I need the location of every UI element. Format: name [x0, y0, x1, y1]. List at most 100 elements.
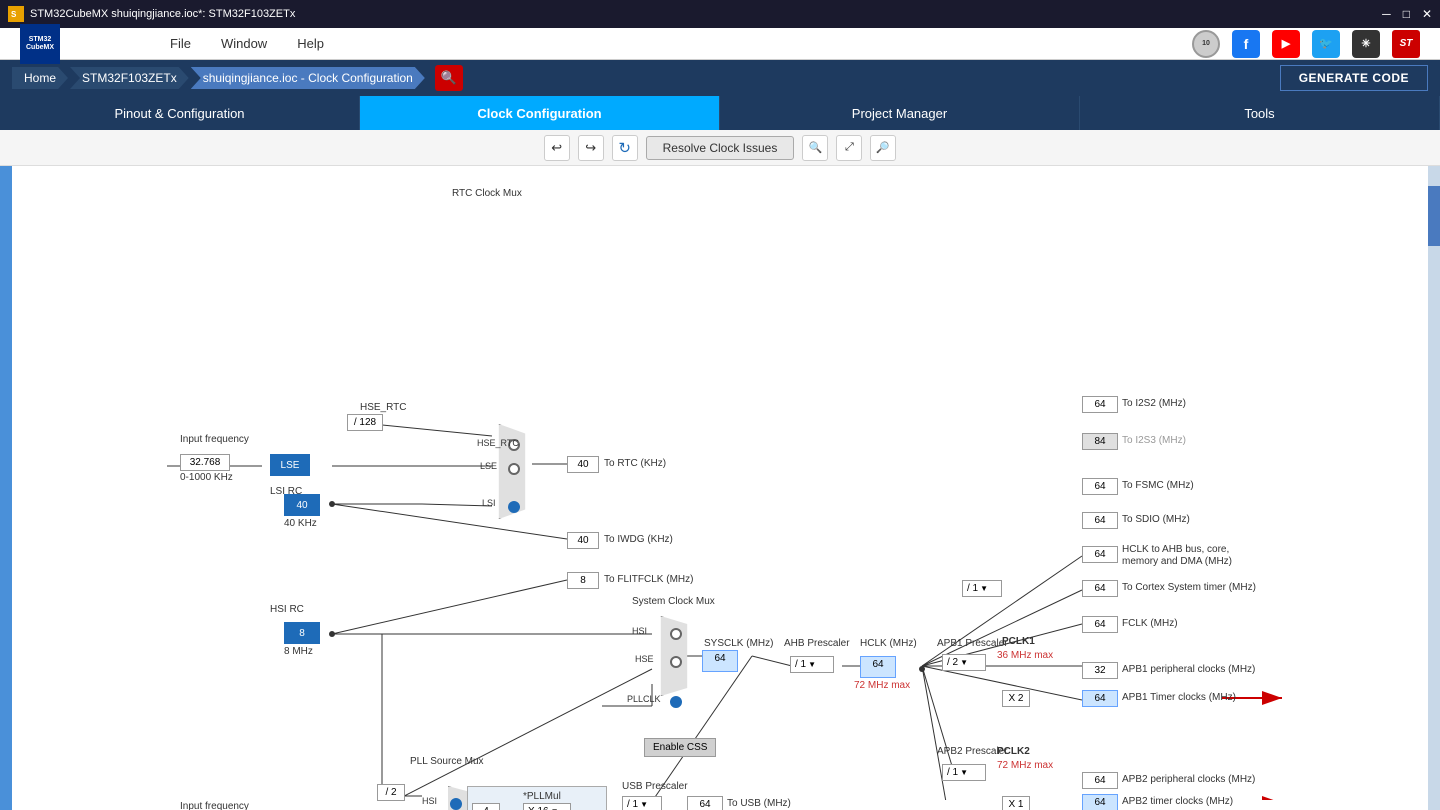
pll-mul-select[interactable]: X 16 ▼ [523, 803, 571, 810]
menubar: STM32CubeMX File Window Help 10 f ▶ 🐦 ✳ … [0, 28, 1440, 60]
fsmc-value[interactable]: 64 [1082, 478, 1118, 495]
rtc-mux-lse-label: LSE [480, 461, 497, 471]
apb1-div-select[interactable]: / 2 ▼ [942, 654, 986, 671]
hclk-label: HCLK (MHz) [860, 638, 917, 649]
pclk1-label: PCLK1 [1002, 636, 1035, 647]
diagram-lines [22, 176, 1418, 800]
app-logo: STM32CubeMX [20, 24, 60, 64]
version-badge: 10 [1192, 30, 1220, 58]
fsmc-label: To FSMC (MHz) [1122, 480, 1194, 491]
maximize-button[interactable]: □ [1403, 7, 1410, 21]
x2-apb1[interactable]: X 2 [1002, 690, 1030, 707]
pll-source-hsi[interactable] [450, 798, 462, 810]
sysclk-value[interactable]: 64 [702, 650, 738, 672]
main-content: RTC Clock Mux Input frequency 32.768 0-1… [0, 166, 1440, 810]
zoom-fit-button[interactable]: ⤢ [836, 135, 862, 161]
undo-button[interactable]: ↩ [544, 135, 570, 161]
scrollbar-thumb[interactable] [1428, 186, 1440, 246]
sysclk-hsi-label: HSI [632, 626, 647, 636]
usb-output[interactable]: 64 [687, 796, 723, 810]
sysclk-label: SYSCLK (MHz) [704, 638, 773, 649]
input-freq-top-range: 0-1000 KHz [180, 472, 233, 483]
i2s2-value[interactable]: 64 [1082, 396, 1118, 413]
cortex-value[interactable]: 64 [1082, 580, 1118, 597]
breadcrumb-device[interactable]: STM32F103ZETx [70, 67, 189, 89]
sysclk-mux-hse[interactable] [670, 656, 682, 668]
div128-box[interactable]: / 128 [347, 414, 383, 431]
svg-text:S: S [11, 10, 17, 19]
usb-prescaler-label: USB Prescaler [622, 781, 688, 792]
sysclk-mux-pll[interactable] [670, 696, 682, 708]
star-icon[interactable]: ✳ [1352, 30, 1380, 58]
twitter-icon[interactable]: 🐦 [1312, 30, 1340, 58]
generate-code-button[interactable]: GENERATE CODE [1280, 65, 1428, 91]
resolve-clock-button[interactable]: Resolve Clock Issues [646, 136, 795, 160]
sdio-top-value[interactable]: 64 [1082, 512, 1118, 529]
close-button[interactable]: ✕ [1422, 7, 1432, 21]
tab-pinout[interactable]: Pinout & Configuration [0, 96, 360, 130]
lsi-rc-value[interactable]: 40 [284, 494, 320, 516]
hclk-value[interactable]: 64 [860, 656, 896, 678]
ahb-prescaler-label: AHB Prescaler [784, 638, 850, 649]
toolbar: ↩ ↪ ↻ Resolve Clock Issues 🔍 ⤢ 🔍 [0, 130, 1440, 166]
menu-items: File Window Help [170, 36, 324, 51]
cortex-div-select[interactable]: / 1 ▼ [962, 580, 1002, 597]
redo-button[interactable]: ↪ [578, 135, 604, 161]
search-button[interactable]: 🔍 [435, 65, 463, 91]
pll-box: *PLLMul 4 X 16 ▼ PLL [467, 786, 607, 810]
pll-mul-label: *PLLMul [523, 791, 561, 802]
breadcrumb-current[interactable]: shuiqingjiance.ioc - Clock Configuration [191, 67, 425, 89]
zoom-in-button[interactable]: 🔍 [802, 135, 828, 161]
hclk-ahb-value[interactable]: 64 [1082, 546, 1118, 563]
apb2-div-select[interactable]: / 1 ▼ [942, 764, 986, 781]
apb2-peripheral-label: APB2 peripheral clocks (MHz) [1122, 774, 1255, 785]
sysclk-mux-hsi[interactable] [670, 628, 682, 640]
ahb-div-select[interactable]: / 1 ▼ [790, 656, 834, 673]
pll-div-value[interactable]: 4 [472, 803, 500, 810]
div2-pll[interactable]: / 2 [377, 784, 405, 801]
hsi-rc-value[interactable]: 8 [284, 622, 320, 644]
pclk1-value[interactable]: 32 [1082, 662, 1118, 679]
breadcrumb-home[interactable]: Home [12, 67, 68, 89]
rtc-mux-radio-lse[interactable] [508, 463, 520, 475]
apb2-timer-value[interactable]: 64 [1082, 794, 1118, 810]
hsi-rc-freq: 8 MHz [284, 646, 313, 657]
pclk2-value[interactable]: 64 [1082, 772, 1118, 789]
rtc-mux-radio-lsi[interactable] [508, 501, 520, 513]
scrollbar[interactable] [1428, 166, 1440, 810]
rtc-mux-lsi-label: LSI [482, 498, 496, 508]
facebook-icon[interactable]: f [1232, 30, 1260, 58]
rtc-clock-mux-label: RTC Clock Mux [452, 188, 522, 199]
input-freq-top-label: Input frequency [180, 434, 249, 445]
connector-hclk [919, 666, 925, 672]
fclk-value[interactable]: 64 [1082, 616, 1118, 633]
tab-clock[interactable]: Clock Configuration [360, 96, 720, 130]
usb-div-select[interactable]: / 1 ▼ [622, 796, 662, 810]
refresh-button[interactable]: ↻ [612, 135, 638, 161]
zoom-out-button[interactable]: 🔍 [870, 135, 896, 161]
breadcrumb-bar: Home STM32F103ZETx shuiqingjiance.ioc - … [0, 60, 1440, 96]
tab-tools[interactable]: Tools [1080, 96, 1440, 130]
rtc-output[interactable]: 40 [567, 456, 599, 473]
menu-file[interactable]: File [170, 36, 191, 51]
diagram-area[interactable]: RTC Clock Mux Input frequency 32.768 0-1… [12, 166, 1428, 810]
titlebar: S STM32CubeMX shuiqingjiance.ioc*: STM32… [0, 0, 1440, 28]
menu-window[interactable]: Window [221, 36, 267, 51]
x1-apb2[interactable]: X 1 [1002, 796, 1030, 810]
minimize-button[interactable]: ─ [1382, 7, 1391, 21]
lse-box[interactable]: LSE [270, 454, 310, 476]
pclk1-max: 36 MHz max [997, 650, 1053, 661]
flitf-output[interactable]: 8 [567, 572, 599, 589]
i2s3-value[interactable]: 84 [1082, 433, 1118, 450]
input-freq-bottom-label: Input frequency [180, 801, 249, 810]
menu-help[interactable]: Help [297, 36, 324, 51]
tab-project[interactable]: Project Manager [720, 96, 1080, 130]
fclk-label: FCLK (MHz) [1122, 618, 1178, 629]
hclk-ahb-label: HCLK to AHB bus, core, memory and DMA (M… [1122, 544, 1242, 568]
lsi-rc-freq: 40 KHz [284, 518, 317, 529]
enable-css-button[interactable]: Enable CSS [644, 738, 716, 757]
iwdg-output[interactable]: 40 [567, 532, 599, 549]
input-freq-top-value[interactable]: 32.768 [180, 454, 230, 471]
youtube-icon[interactable]: ▶ [1272, 30, 1300, 58]
apb1-timer-value[interactable]: 64 [1082, 690, 1118, 707]
